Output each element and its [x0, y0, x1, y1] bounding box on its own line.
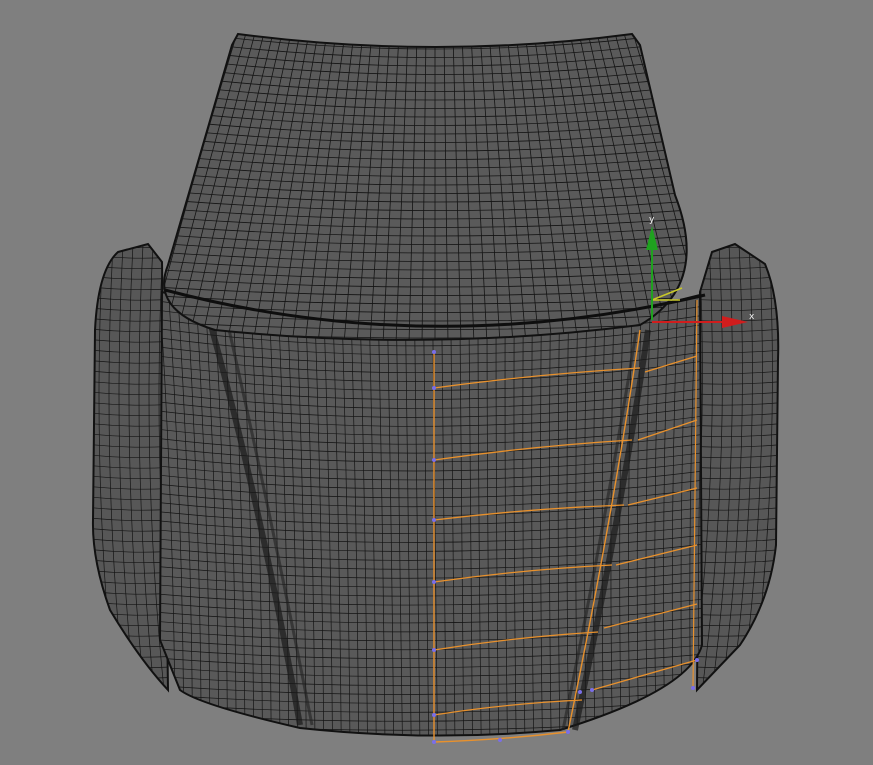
- selected-vertex[interactable]: [498, 738, 502, 742]
- selected-vertex[interactable]: [432, 350, 436, 354]
- selected-vertex[interactable]: [695, 658, 699, 662]
- headrest[interactable]: [142, 30, 730, 341]
- mesh-edge: [92, 685, 168, 690]
- selected-vertex[interactable]: [432, 740, 436, 744]
- selected-vertex[interactable]: [566, 730, 570, 734]
- gizmo-y-label: y: [649, 215, 655, 225]
- selected-vertex[interactable]: [578, 690, 582, 694]
- selected-vertex[interactable]: [590, 688, 594, 692]
- viewport-scene[interactable]: y x: [0, 0, 873, 765]
- selected-vertex[interactable]: [432, 713, 436, 717]
- selected-vertex[interactable]: [432, 458, 436, 462]
- mesh-edge: [697, 685, 779, 690]
- selected-vertex[interactable]: [691, 686, 695, 690]
- selected-vertex[interactable]: [432, 648, 436, 652]
- selected-vertex[interactable]: [432, 580, 436, 584]
- mesh-edge: [90, 707, 170, 710]
- mesh-edge: [695, 697, 782, 700]
- mesh-edge: [90, 697, 170, 700]
- 3d-viewport[interactable]: y x: [0, 0, 873, 765]
- gizmo-x-label: x: [749, 312, 755, 322]
- selected-vertex[interactable]: [432, 386, 436, 390]
- selected-vertex[interactable]: [432, 518, 436, 522]
- mesh-edge: [150, 736, 710, 748]
- mesh-edge: [92, 244, 168, 249]
- mesh-edge: [695, 707, 782, 710]
